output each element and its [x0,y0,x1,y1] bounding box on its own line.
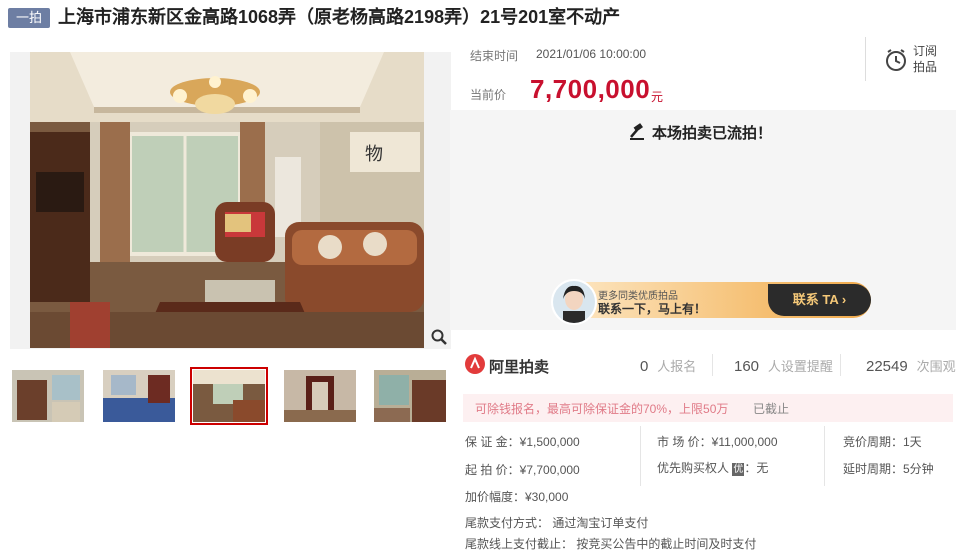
priority-buyer-info: 优先购买权人 优：无 [657,461,769,476]
bid-cycle-info: 竞价周期：1天 [843,435,922,449]
auction-status-text: 本场拍卖已流拍！ [652,125,773,142]
price-label: 当前价 [470,88,507,102]
alarm-clock-icon[interactable] [884,47,908,73]
end-time-value: 2021/01/06 10:00:00 [536,47,647,61]
increment-info: 加价幅度：¥30,000 [465,490,569,504]
zoom-icon[interactable] [430,328,448,346]
page-title: 上海市浦东新区金高路1068弄（原老杨高路2198弄）21号201室不动产 [58,7,621,27]
gavel-icon [628,123,648,141]
deposit-info: 保 证 金：¥1,500,000 [465,435,580,449]
thumbnail-3-active[interactable] [190,367,268,425]
current-price: 7,700,000 [530,74,651,104]
end-time-label: 结束时间 [470,49,519,63]
brand-name: 阿里拍卖 [489,359,550,376]
subscribe-label-1: 订阅 [913,44,938,58]
contact-button-label: 联系 TA [792,292,839,307]
stat-views: 22549 次围观 [866,358,956,375]
subscribe-label-2: 拍品 [913,60,938,74]
thumbnail-5[interactable] [374,370,446,422]
thumbnail-2[interactable] [103,370,175,422]
deposit-notice-text: 可除钱报名，最高可除保证金的70%，上限50万 [475,402,729,416]
deposit-notice-status: 已截止 [753,402,790,416]
priority-icon: 优 [732,463,745,476]
start-price-info: 起 拍 价：¥7,700,000 [465,463,580,477]
delay-cycle-info: 延时周期：5分钟 [843,462,934,476]
price-unit: 元 [651,90,664,104]
stat-signup: 0 人报名 [640,358,697,375]
avatar [551,279,597,325]
ali-auction-logo-icon [465,354,485,374]
divider [865,37,866,81]
thumbnail-1[interactable] [12,370,84,422]
main-photo[interactable]: 物 [30,52,424,348]
payment-deadline-info: 尾款线上支付截止： 按竞买公告中的截止时间及时支付 [465,537,757,551]
auction-round-badge: 一拍 [8,8,50,28]
banner-title: 联系一下，马上有！ [598,302,707,316]
svg-text:物: 物 [365,144,383,165]
stat-reminders: 160 人设置提醒 [734,358,833,375]
contact-button[interactable]: 联系 TA › [768,284,871,316]
payment-method-info: 尾款支付方式： 通过淘宝订单支付 [465,516,649,530]
subscribe-button[interactable]: 订阅 拍品 [913,43,943,75]
market-price-info: 市 场 价：¥11,000,000 [657,435,778,449]
thumbnail-4[interactable] [284,370,356,422]
